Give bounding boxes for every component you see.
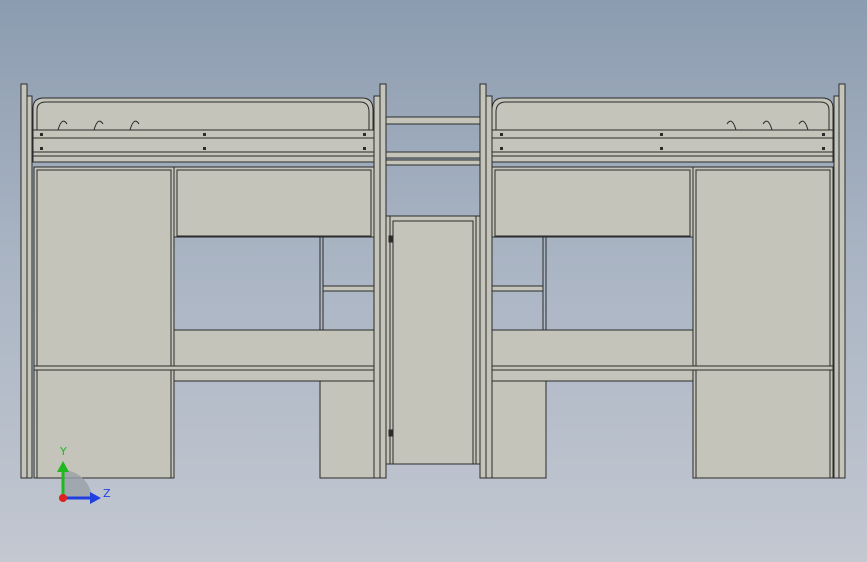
- center-mid-rail-2: [385, 159, 481, 166]
- right-shelf-board: [491, 285, 544, 292]
- left-inner-post-inner: [373, 95, 381, 479]
- z-axis-label: Z: [103, 487, 111, 500]
- right-inner-post: [479, 83, 487, 479]
- left-desk-apron: [173, 369, 375, 382]
- left-wardrobe-door-bottom: [36, 368, 172, 479]
- x-axis-dot: [59, 494, 67, 502]
- left-shelf-board: [322, 285, 375, 292]
- right-wardrobe-door-top: [695, 169, 831, 367]
- right-bed-slat: [491, 151, 834, 163]
- left-outer-post: [20, 83, 28, 479]
- right-shelf-frame: [491, 236, 547, 331]
- right-guard-rail: [491, 97, 834, 131]
- y-axis-label: Y: [59, 445, 67, 458]
- right-desk-top: [491, 329, 694, 367]
- right-wardrobe-door-bottom: [695, 368, 831, 479]
- left-bed-unit: [20, 83, 387, 479]
- left-desk-rail: [33, 365, 375, 371]
- cad-viewport[interactable]: Y Z: [0, 0, 867, 562]
- right-bed-unit: [479, 83, 846, 479]
- right-pedestal: [491, 380, 547, 479]
- right-desk-apron: [491, 369, 694, 382]
- left-guard-rail: [32, 97, 374, 131]
- left-inner-post: [379, 83, 387, 479]
- left-pedestal: [319, 380, 375, 479]
- right-inner-post-inner: [485, 95, 493, 479]
- right-outer-post: [838, 83, 846, 479]
- left-wardrobe-door-top: [36, 169, 172, 367]
- left-shelf-frame: [319, 236, 375, 331]
- left-outer-post-inner: [26, 95, 33, 479]
- center-top-rail: [385, 116, 481, 125]
- left-desk-top: [173, 329, 375, 367]
- center-mid-rail: [385, 151, 481, 159]
- z-arrowhead-icon: [90, 492, 101, 504]
- loft-bed-model[interactable]: [20, 83, 846, 479]
- right-desk-rail: [491, 365, 834, 371]
- center-connector: [385, 116, 481, 465]
- left-bed-slat: [32, 151, 375, 163]
- right-outer-post-inner: [833, 95, 840, 479]
